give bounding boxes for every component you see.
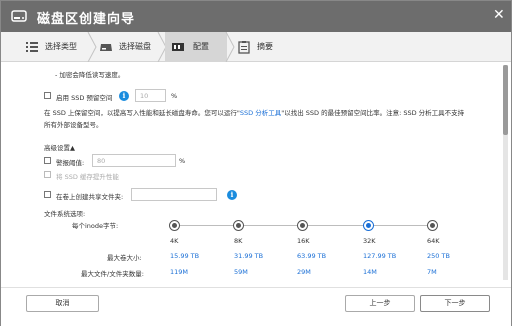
max-volume-4k: 15.99 TB xyxy=(170,252,200,260)
max-files-32k: 14M xyxy=(363,268,377,276)
title-bar: 磁盘区创建向导 ✕ xyxy=(1,1,511,32)
fs-options-label: 文件系统选项: xyxy=(44,210,86,218)
shared-folder-label: 在卷上创建共享文件夹: xyxy=(56,193,124,201)
alert-threshold-input[interactable]: 80 xyxy=(92,154,176,167)
ssd-reserve-label: 启用 SSD 预留空间 xyxy=(56,94,113,102)
ssd-analysis-link[interactable]: SSD 分析工具 xyxy=(240,109,281,117)
ssd-reserve-desc-2: 所有外部设备型号。 xyxy=(44,121,103,129)
scrollbar-thumb[interactable] xyxy=(503,65,508,135)
next-button[interactable]: 下一步 xyxy=(420,295,490,312)
max-files-16k: 29M xyxy=(297,268,311,276)
max-volume-label: 最大卷大小: xyxy=(107,254,142,262)
step-label-select-type: 选择类型 xyxy=(45,42,77,51)
inode-size-16k: 16K xyxy=(297,237,310,245)
step-separator-icon xyxy=(87,32,97,62)
inode-radio-8k[interactable] xyxy=(233,220,244,231)
max-files-64k: 7M xyxy=(427,268,437,276)
alert-threshold-unit: % xyxy=(179,157,186,165)
step-select-disk: 选择磁盘 xyxy=(97,32,163,62)
disk-icon xyxy=(100,44,112,51)
step-label-select-disk: 选择磁盘 xyxy=(119,42,151,51)
ssd-reserve-checkbox[interactable] xyxy=(44,92,51,99)
wizard-window: 磁盘区创建向导 ✕ 选择类型 选择磁盘 配置 摘要 - 加密会降低读写速度。 启… xyxy=(0,0,512,326)
max-volume-32k: 127.99 TB xyxy=(363,252,397,260)
content-scrollbar[interactable] xyxy=(503,65,508,280)
step-configure: 配置 xyxy=(165,32,227,62)
config-icon xyxy=(172,43,184,51)
alert-threshold-checkbox[interactable] xyxy=(44,157,51,164)
ssd-reserve-desc-1: 在 SSD 上保留空间，以提高写入性能和延长磁盘寿命。您可以运行"SSD 分析工… xyxy=(44,109,465,117)
shared-folder-input[interactable] xyxy=(131,188,217,201)
ssd-cache-label: 将 SSD 缓存提升性能 xyxy=(56,173,119,181)
inode-size-64k: 64K xyxy=(427,237,440,245)
advanced-settings-toggle[interactable]: 高级设置▲ xyxy=(44,142,75,152)
max-volume-64k: 250 TB xyxy=(427,252,450,260)
info-icon[interactable]: i xyxy=(119,91,129,101)
wizard-steps: 选择类型 选择磁盘 配置 摘要 xyxy=(1,32,511,62)
alert-threshold-label: 警报阈值: xyxy=(56,159,85,167)
ssd-reserve-input[interactable]: 10 xyxy=(135,89,166,102)
max-files-8k: 59M xyxy=(234,268,248,276)
window-title: 磁盘区创建向导 xyxy=(37,12,136,27)
shared-folder-checkbox[interactable] xyxy=(44,191,51,198)
step-select-type: 选择类型 xyxy=(1,32,96,62)
inode-size-32k: 32K xyxy=(363,237,376,245)
cancel-button[interactable]: 取消 xyxy=(26,295,99,312)
inode-label: 每个inode字节: xyxy=(72,222,119,230)
inode-size-4k: 4K xyxy=(170,237,179,245)
wizard-footer: 取消 上一步 下一步 xyxy=(1,287,511,326)
max-files-label: 最大文件/文件夹数量: xyxy=(81,270,144,278)
back-button[interactable]: 上一步 xyxy=(345,295,415,312)
encrypt-note: - 加密会降低读写速度。 xyxy=(55,71,125,79)
inode-radio-16k[interactable] xyxy=(297,220,308,231)
inode-radio-4k[interactable] xyxy=(169,220,180,231)
inode-radio-64k[interactable] xyxy=(427,220,438,231)
max-volume-8k: 31.99 TB xyxy=(234,252,264,260)
ssd-cache-checkbox xyxy=(44,171,51,178)
inode-size-8k: 8K xyxy=(234,237,243,245)
list-icon xyxy=(26,42,38,52)
clipboard-icon xyxy=(238,41,250,54)
info-icon[interactable]: i xyxy=(227,190,237,200)
inode-radio-32k[interactable] xyxy=(363,220,374,231)
step-separator-icon xyxy=(225,32,235,62)
max-volume-16k: 63.99 TB xyxy=(297,252,327,260)
step-label-configure: 配置 xyxy=(193,42,209,51)
step-summary: 摘要 xyxy=(235,32,295,62)
config-content: - 加密会降低读写速度。 启用 SSD 预留空间 i 10 % 在 SSD 上保… xyxy=(1,62,501,287)
step-label-summary: 摘要 xyxy=(257,42,273,51)
close-icon[interactable]: ✕ xyxy=(493,8,505,22)
max-files-4k: 119M xyxy=(170,268,189,276)
disk-volume-icon xyxy=(11,10,27,22)
ssd-reserve-unit: % xyxy=(171,92,178,100)
